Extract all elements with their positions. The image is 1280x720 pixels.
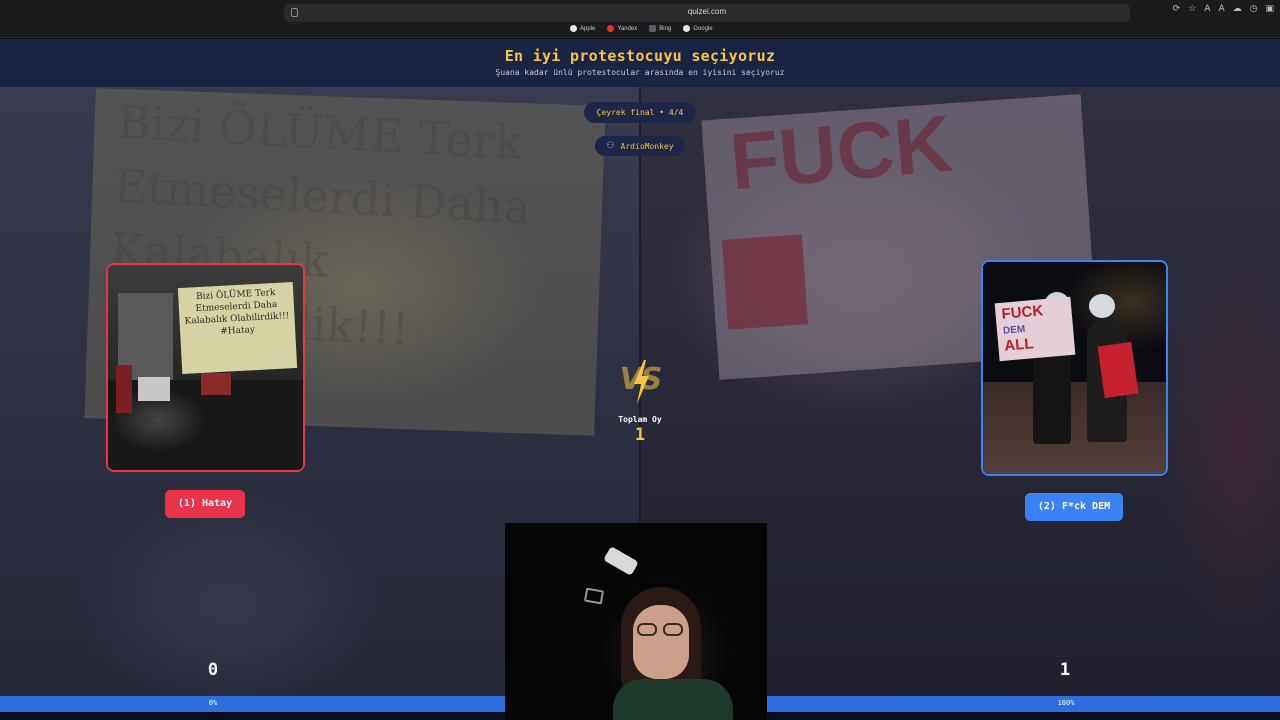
- bookmark-bing[interactable]: Bing: [649, 25, 671, 32]
- bookmark-google[interactable]: Google: [683, 25, 713, 32]
- vote-left-button[interactable]: (1) Hatay: [165, 490, 245, 518]
- page-subtitle: Şuana kadar ünlü protestocular arasında …: [495, 68, 785, 77]
- reload-icon[interactable]: ⟳: [1173, 2, 1181, 16]
- right-photo-flag: [1097, 341, 1139, 399]
- bookmark-apple[interactable]: Apple: [570, 25, 595, 32]
- glasses: [637, 623, 687, 637]
- right-option-image[interactable]: FUCK DEM ALL: [981, 260, 1168, 476]
- user-badge: ⚇ ArdioMonkey: [595, 136, 685, 156]
- left-photo-flag: [116, 365, 132, 413]
- browser-chrome: quizei.com ⟳ ☆ A A ☁ ◷ ▣ Apple Yandex Bi…: [0, 0, 1280, 38]
- vote-right-button[interactable]: (2) F*ck DEM: [1025, 493, 1123, 521]
- yandex-icon: [607, 25, 615, 32]
- left-score: 0: [207, 660, 219, 680]
- cloud-icon[interactable]: ☁: [1233, 2, 1242, 16]
- right-photo-sign: FUCK DEM ALL: [994, 296, 1076, 362]
- right-percent: 100%: [1057, 699, 1075, 707]
- page-title: En iyi protestocuyu seçiyoruz: [504, 47, 776, 65]
- round-badge: Çeyrek final • 4/4: [584, 102, 696, 123]
- bookmarks-bar: Apple Yandex Bing Google: [570, 25, 713, 32]
- username: ArdioMonkey: [620, 141, 674, 151]
- total-votes-label: Toplam Oy: [618, 415, 662, 424]
- right-photo-mask-2: [1089, 294, 1115, 318]
- bookmark-yandex[interactable]: Yandex: [607, 25, 637, 32]
- google-icon: [683, 25, 691, 32]
- left-photo-flag-2: [201, 373, 231, 395]
- right-photo-ground: [983, 382, 1166, 474]
- right-score: 1: [1059, 660, 1071, 680]
- lightning-bolt-icon: [634, 360, 649, 404]
- right-sign-line-1: FUCK: [1000, 302, 1044, 323]
- tabs-icon[interactable]: ▣: [1265, 2, 1274, 16]
- left-option-image[interactable]: Bizi ÖLÜME Terk Etmeselerdi Daha Kalabal…: [106, 263, 305, 472]
- vs-emblem: VS: [614, 360, 666, 408]
- streamer-logo-icon: [583, 587, 605, 605]
- right-sign-line-3: ALL: [1003, 335, 1035, 355]
- left-percent: 0%: [208, 699, 218, 707]
- apple-icon: [570, 25, 577, 32]
- user-icon: ⚇: [606, 141, 615, 151]
- bing-icon: [649, 25, 657, 32]
- streamer-shirt: [613, 679, 733, 720]
- left-photo-sign: Bizi ÖLÜME Terk Etmeselerdi Daha Kalabal…: [177, 282, 298, 374]
- font-decrease-button[interactable]: A: [1204, 2, 1210, 16]
- address-bar[interactable]: quizei.com: [284, 4, 1130, 22]
- browser-toolbar: ⟳ ☆ A A ☁ ◷ ▣: [1173, 2, 1274, 16]
- left-photo-small-sign: [138, 377, 170, 401]
- history-icon[interactable]: ◷: [1250, 2, 1258, 16]
- streamer-face: [633, 605, 689, 679]
- url-text[interactable]: quizei.com: [284, 7, 1130, 16]
- total-votes-value: 1: [634, 425, 646, 445]
- webcam-overlay: [505, 523, 767, 720]
- site-header: En iyi protestocuyu seçiyoruz Şuana kada…: [0, 39, 1280, 87]
- bookmark-star-icon[interactable]: ☆: [1188, 2, 1196, 16]
- right-sign-line-2: DEM: [1002, 323, 1026, 337]
- font-increase-button[interactable]: A: [1218, 2, 1224, 16]
